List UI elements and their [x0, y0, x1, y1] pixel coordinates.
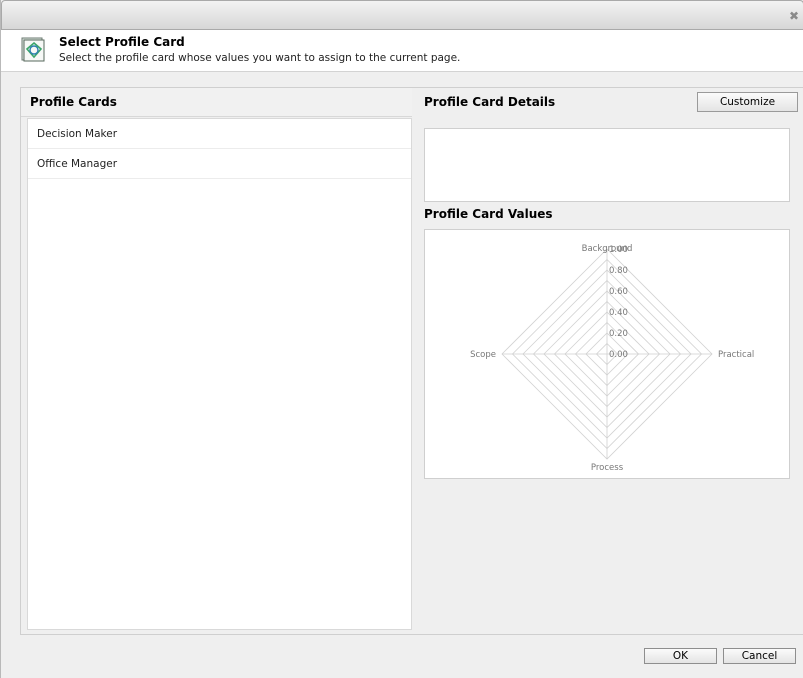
profile-card-list[interactable]: Decision Maker Office Manager [27, 118, 412, 630]
radar-tick-label: 0.00 [609, 350, 628, 360]
dialog-subtitle: Select the profile card whose values you… [59, 52, 461, 64]
radar-axis-label: Background [582, 244, 633, 254]
select-profile-card-dialog: ✖ Select Profile Card Select the profile… [0, 0, 803, 678]
cancel-button[interactable]: Cancel [723, 648, 796, 664]
profile-card-details-box [424, 128, 790, 202]
profile-cards-header: Profile Cards [21, 88, 412, 117]
profile-card-values-title: Profile Card Values [424, 207, 553, 221]
radar-tick-label: 0.60 [609, 287, 628, 297]
radar-tick-label: 0.80 [609, 266, 628, 276]
dialog-content: Profile Cards Decision Maker Office Mana… [20, 87, 803, 635]
radar-tick-label: 0.20 [609, 329, 628, 339]
radar-chart: 0.000.200.400.600.801.00BackgroundPracti… [470, 244, 754, 473]
customize-button[interactable]: Customize [697, 92, 798, 112]
dialog-titlebar[interactable]: ✖ [1, 0, 803, 30]
profile-card-details-title: Profile Card Details [424, 95, 556, 109]
profile-card-icon [21, 37, 45, 62]
list-item[interactable]: Office Manager [28, 149, 411, 179]
ok-button[interactable]: OK [644, 648, 717, 664]
radar-axis-label: Scope [470, 350, 496, 360]
radar-axis-label: Practical [718, 350, 754, 360]
radar-axis-label: Process [591, 463, 624, 473]
radar-tick-label: 0.40 [609, 308, 628, 318]
radar-chart-panel: 0.00 0.20 0.40 0.60 0.80 1.00 Background Practi… [424, 229, 790, 479]
close-icon[interactable]: ✖ [788, 10, 800, 22]
profile-cards-title: Profile Cards [30, 95, 117, 109]
list-item[interactable]: Decision Maker [28, 119, 411, 149]
dialog-header: Select Profile Card Select the profile c… [1, 30, 803, 72]
dialog-title: Select Profile Card [59, 35, 185, 49]
